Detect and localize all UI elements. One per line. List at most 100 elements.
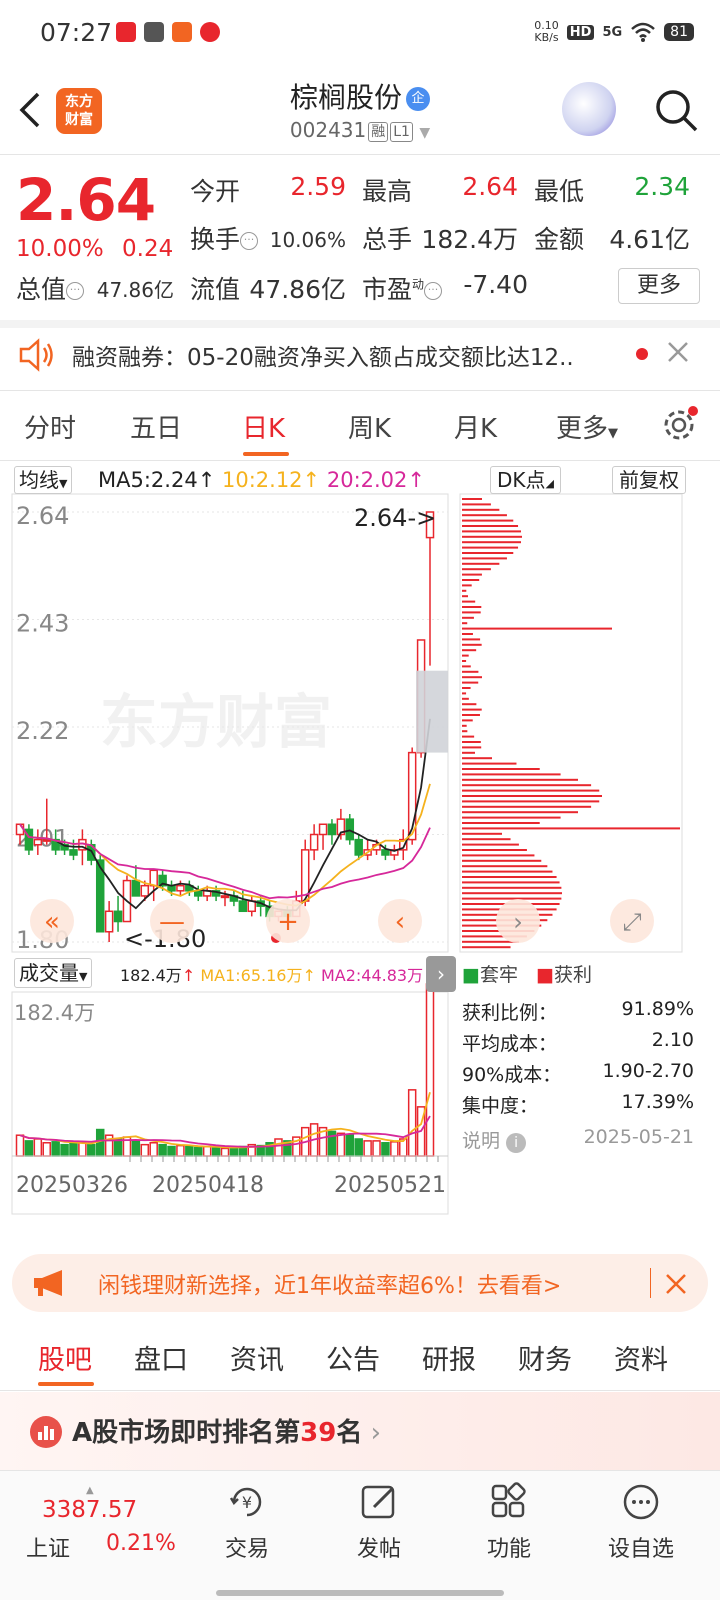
amount-value: 4.61亿	[609, 225, 690, 254]
chip-bar	[462, 676, 482, 679]
nav-watchlist[interactable]: 设自选	[586, 1471, 696, 1563]
settings-gear-icon[interactable]	[660, 406, 698, 444]
chip-bar	[462, 697, 469, 700]
chip-bar	[462, 573, 482, 576]
chip-bar	[462, 530, 521, 533]
dropdown-icon[interactable]: ▼	[419, 125, 430, 141]
volume-bar	[425, 983, 435, 1157]
volume-bar	[194, 1146, 203, 1157]
chip-bar	[462, 778, 579, 781]
video-notification-icon	[200, 22, 220, 42]
volume-ma1-line	[19, 1092, 431, 1149]
tab-research[interactable]: 研报	[422, 1338, 476, 1377]
signal-icon: 5G	[602, 24, 623, 40]
adjust-button[interactable]: 前复权	[612, 466, 686, 494]
chip-bar	[462, 886, 562, 889]
close-icon[interactable]	[664, 1272, 688, 1296]
chip-bar	[462, 795, 602, 797]
volume-bar	[42, 1142, 51, 1157]
chip-bar	[462, 892, 562, 895]
candle-body	[149, 869, 158, 887]
expand-arrow-icon[interactable]: ›	[426, 956, 456, 992]
promo-text[interactable]: 闲钱理财新选择，近1年收益率超6%！去看看>	[98, 1268, 561, 1300]
chip-bar	[462, 843, 519, 846]
chip-bar	[462, 751, 475, 754]
tab-news[interactable]: 资讯	[230, 1338, 284, 1377]
tab-announcements[interactable]: 公告	[326, 1338, 380, 1377]
current-price: 2.64	[16, 166, 156, 234]
chip-bar	[462, 827, 680, 830]
tab-guba[interactable]: 股吧	[38, 1338, 92, 1377]
market-cap-value: 47.86亿	[96, 278, 174, 302]
nav-post[interactable]: 发帖	[324, 1471, 434, 1563]
candle-body	[176, 884, 185, 892]
chip-bar	[462, 643, 482, 646]
volume-bar	[167, 1145, 176, 1157]
assistant-robot-icon[interactable]	[562, 82, 616, 136]
tab-monthly-k[interactable]: 月K	[454, 408, 497, 445]
volume-bar	[51, 1141, 60, 1157]
tab-more[interactable]: 更多▼	[556, 408, 618, 445]
candle-body	[345, 818, 355, 841]
market-cap-label: 总值 ···	[16, 270, 85, 306]
chip-bar	[462, 768, 540, 770]
tab-daily-k[interactable]: 日K	[242, 408, 285, 445]
volume-bar	[229, 1146, 239, 1157]
chip-explain-link[interactable]: 说明 i	[462, 1126, 527, 1158]
candle-body	[140, 884, 150, 897]
tab-intraday[interactable]: 分时	[24, 408, 76, 445]
ranking-text[interactable]: A股市场即时排名第39名 ›	[72, 1412, 381, 1449]
nav-trade[interactable]: ¥ 交易	[192, 1471, 302, 1563]
candle-body	[131, 879, 141, 897]
chip-bar	[462, 670, 479, 673]
volume-bar	[78, 1142, 87, 1157]
tab-profile[interactable]: 资料	[614, 1338, 668, 1377]
chip-bar	[462, 876, 557, 878]
tab-five-day[interactable]: 五日	[130, 408, 182, 445]
promo-banner[interactable]: 闲钱理财新选择，近1年收益率超6%！去看看>	[12, 1254, 708, 1312]
net-speed: 0.10 KB/s	[534, 19, 559, 44]
chip-bar	[462, 687, 471, 689]
chart-nav-icon: ‹	[395, 907, 405, 937]
volume-bar	[140, 1143, 150, 1157]
volume-bar	[363, 1140, 372, 1157]
tab-weekly-k[interactable]: 周K	[348, 408, 391, 445]
volume-bar	[336, 1132, 346, 1157]
tab-pankou[interactable]: 盘口	[134, 1338, 188, 1377]
chip-row: 90%成本： 1.90-2.70	[462, 1060, 694, 1086]
volume-bar	[211, 1146, 221, 1157]
nav-functions[interactable]: 功能	[454, 1471, 564, 1563]
chip-bar	[462, 552, 514, 554]
notice-text[interactable]: 融资融券：05-20融资净买入额占成交额比达12..	[72, 338, 574, 372]
chip-bar	[462, 508, 500, 511]
ranking-banner[interactable]: A股市场即时排名第39名 ›	[0, 1392, 720, 1470]
notification-icons	[116, 22, 220, 42]
highlight-box	[416, 670, 448, 753]
chart-nav-icon: +	[277, 907, 299, 937]
quote-panel: 2.64 10.00% 0.24 今开 2.59 最高 2.64 最低 2.34…	[0, 156, 720, 318]
float-cap-label: 流值	[190, 275, 241, 304]
chip-bar	[462, 514, 507, 517]
kline-chart-area: 东方财富2.642.432.222.011.802.64-><-1.80«—+‹…	[0, 462, 720, 1242]
hd-icon: HD	[566, 24, 595, 40]
dk-point-button[interactable]: DK点◢	[490, 466, 561, 494]
chip-bar	[462, 611, 481, 614]
chip-bar	[462, 600, 476, 603]
chip-bar	[462, 703, 477, 706]
more-quote-button[interactable]: 更多	[618, 268, 700, 304]
chip-bar	[462, 660, 467, 662]
close-icon[interactable]	[666, 340, 690, 364]
volume-value: 182.4万	[421, 225, 518, 254]
volume-indicator-selector[interactable]: 成交量▼	[14, 958, 93, 988]
chip-legend: ■套牢 ■获利	[462, 964, 593, 986]
change-amount: 0.24	[122, 236, 174, 262]
chip-bar	[462, 822, 540, 824]
float-cap-value: 47.86亿	[249, 275, 346, 304]
candle-body	[220, 895, 230, 899]
tab-finance[interactable]: 财务	[518, 1338, 572, 1377]
ma20-line	[19, 823, 431, 900]
indicator-selector[interactable]: 均线▼	[14, 466, 73, 494]
notice-bar[interactable]: 融资融券：05-20融资净买入额占成交额比达12..	[0, 322, 720, 388]
search-icon[interactable]	[652, 86, 700, 134]
chip-bar	[462, 562, 500, 565]
